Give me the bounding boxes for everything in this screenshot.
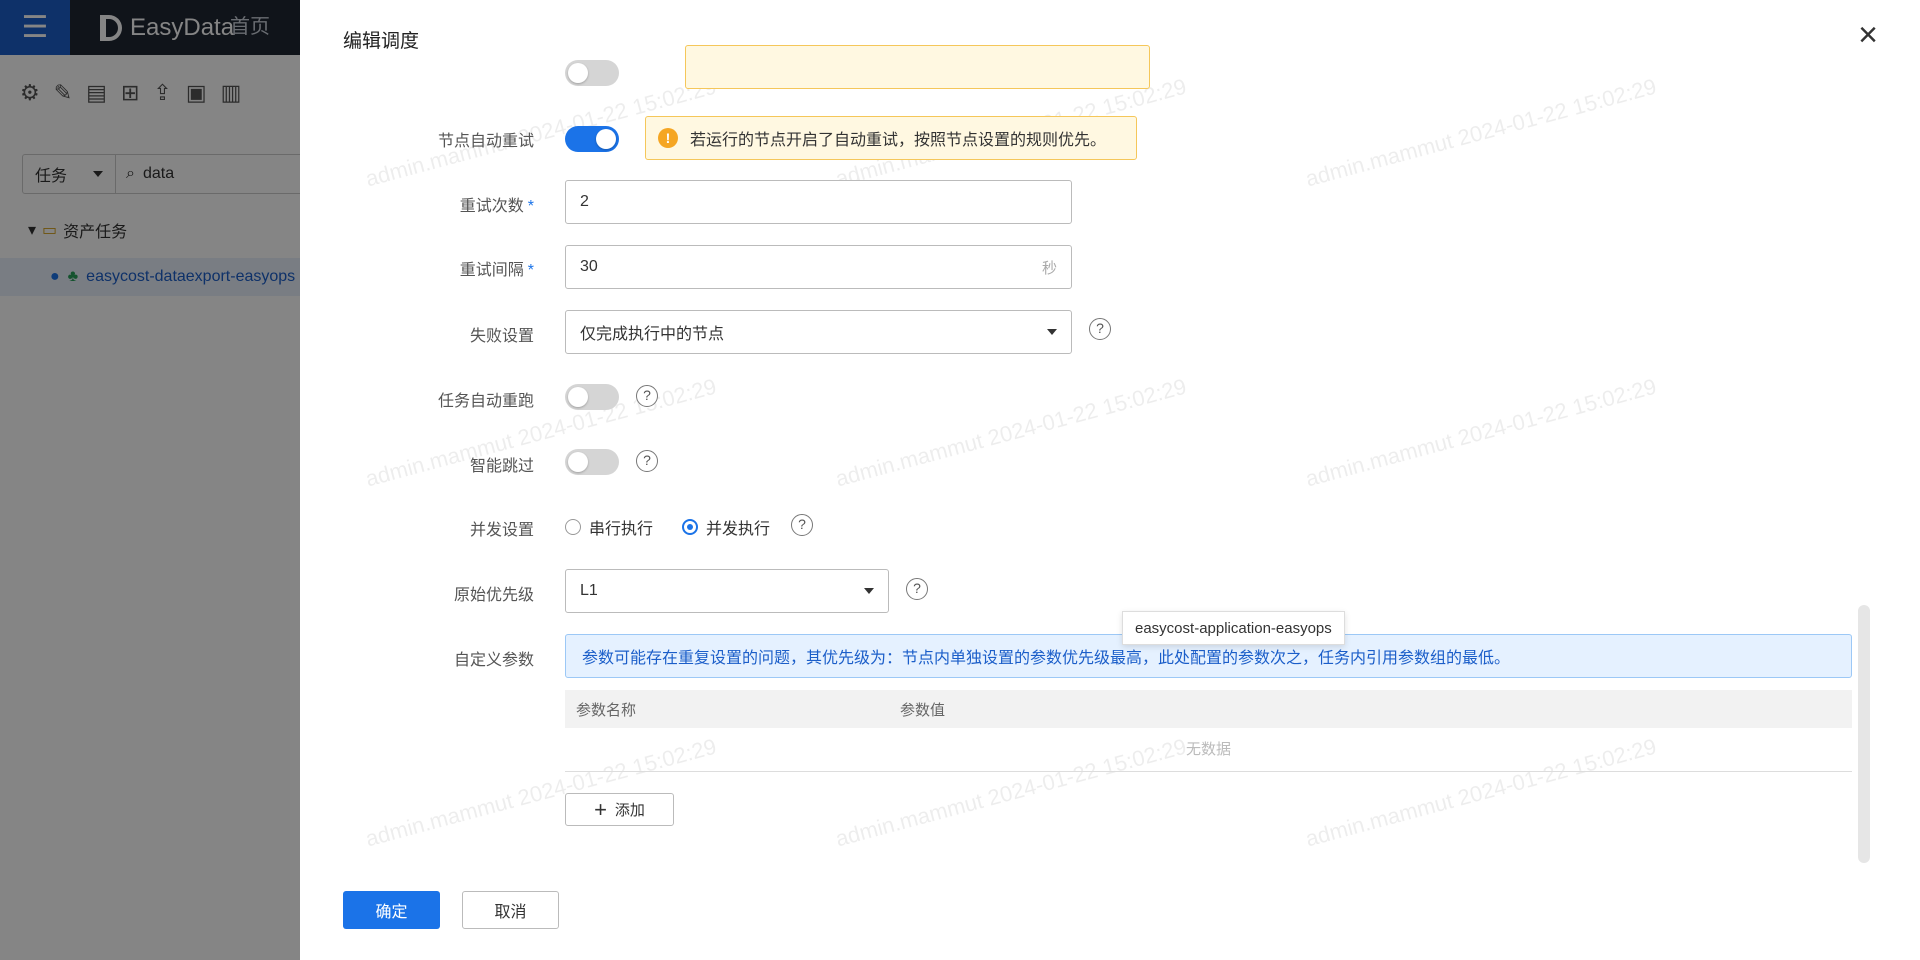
tooltip: easycost-application-easyops <box>1122 611 1345 645</box>
help-icon[interactable]: ? <box>636 450 658 472</box>
add-param-button[interactable]: + 添加 <box>565 793 674 826</box>
retry-count-label-text: 重试次数 <box>459 198 524 215</box>
drawer-scrollbar[interactable] <box>1858 605 1870 863</box>
toggle-knob <box>568 387 588 407</box>
task-rerun-toggle[interactable] <box>565 384 619 410</box>
partial-warning <box>685 45 1150 89</box>
radio-circle-checked <box>682 519 698 535</box>
retry-count-label: 重试次数 * <box>300 192 534 216</box>
toggle-knob <box>596 129 616 149</box>
retry-interval-value: 30 <box>580 258 598 275</box>
auto-retry-toggle[interactable] <box>565 126 619 152</box>
priority-label: 原始优先级 <box>453 587 534 604</box>
auto-retry-warning: ! 若运行的节点开启了自动重试，按照节点设置的规则优先。 <box>645 116 1137 160</box>
params-table-empty: 无数据 <box>565 728 1852 772</box>
drawer-title: 编辑调度 <box>343 31 420 52</box>
radio-parallel[interactable]: 并发执行 <box>682 515 770 539</box>
retry-interval-label-text: 重试间隔 <box>459 262 524 279</box>
cancel-button[interactable]: 取消 <box>462 891 559 929</box>
auto-retry-warning-text: 若运行的节点开启了自动重试，按照节点设置的规则优先。 <box>690 132 1107 149</box>
concurrency-label: 并发设置 <box>469 522 534 539</box>
retry-interval-unit: 秒 <box>1041 259 1057 277</box>
help-icon[interactable]: ? <box>636 385 658 407</box>
partial-toggle[interactable] <box>565 60 619 86</box>
radio-serial[interactable]: 串行执行 <box>565 515 653 539</box>
failure-value: 仅完成执行中的节点 <box>580 326 725 343</box>
watermark: admin.mammut 2024-01-22 15:02:29 <box>1302 373 1659 492</box>
priority-value: L1 <box>580 582 598 599</box>
radio-circle <box>565 519 581 535</box>
task-rerun-label: 任务自动重跑 <box>437 393 534 410</box>
retry-count-value: 2 <box>580 193 589 210</box>
column-header-name: 参数名称 <box>576 701 637 719</box>
smart-skip-toggle[interactable] <box>565 449 619 475</box>
smart-skip-label: 智能跳过 <box>469 458 534 475</box>
watermark: admin.mammut 2024-01-22 15:02:29 <box>1302 73 1659 192</box>
toggle-knob <box>568 63 588 83</box>
retry-count-input[interactable]: 2 <box>565 180 1072 224</box>
chevron-down-icon <box>864 588 874 594</box>
watermark: admin.mammut 2024-01-22 15:02:29 <box>832 373 1189 492</box>
failure-select[interactable]: 仅完成执行中的节点 <box>565 310 1072 354</box>
priority-select[interactable]: L1 <box>565 569 889 613</box>
edit-schedule-drawer: admin.mammut 2024-01-22 15:02:29 admin.m… <box>300 0 1920 960</box>
custom-params-label: 自定义参数 <box>453 652 534 669</box>
plus-icon: + <box>594 796 607 822</box>
help-icon[interactable]: ? <box>1089 318 1111 340</box>
retry-interval-label: 重试间隔 * <box>300 256 534 280</box>
help-icon[interactable]: ? <box>906 578 928 600</box>
radio-parallel-label: 并发执行 <box>706 521 771 538</box>
auto-retry-label: 节点自动重试 <box>437 133 534 150</box>
close-icon[interactable]: × <box>1853 18 1883 52</box>
chevron-down-icon <box>1047 329 1057 335</box>
column-header-value: 参数值 <box>900 701 946 719</box>
help-icon[interactable]: ? <box>791 514 813 536</box>
params-table-header: 参数名称 参数值 <box>565 690 1852 728</box>
confirm-button[interactable]: 确定 <box>343 891 440 929</box>
retry-interval-input[interactable]: 30 秒 <box>565 245 1072 289</box>
add-param-label: 添加 <box>614 802 645 819</box>
required-mark: * <box>527 198 534 215</box>
required-mark: * <box>527 262 534 279</box>
toggle-knob <box>568 452 588 472</box>
warning-icon: ! <box>658 128 678 148</box>
failure-label: 失败设置 <box>469 328 534 345</box>
radio-serial-label: 串行执行 <box>589 521 654 538</box>
